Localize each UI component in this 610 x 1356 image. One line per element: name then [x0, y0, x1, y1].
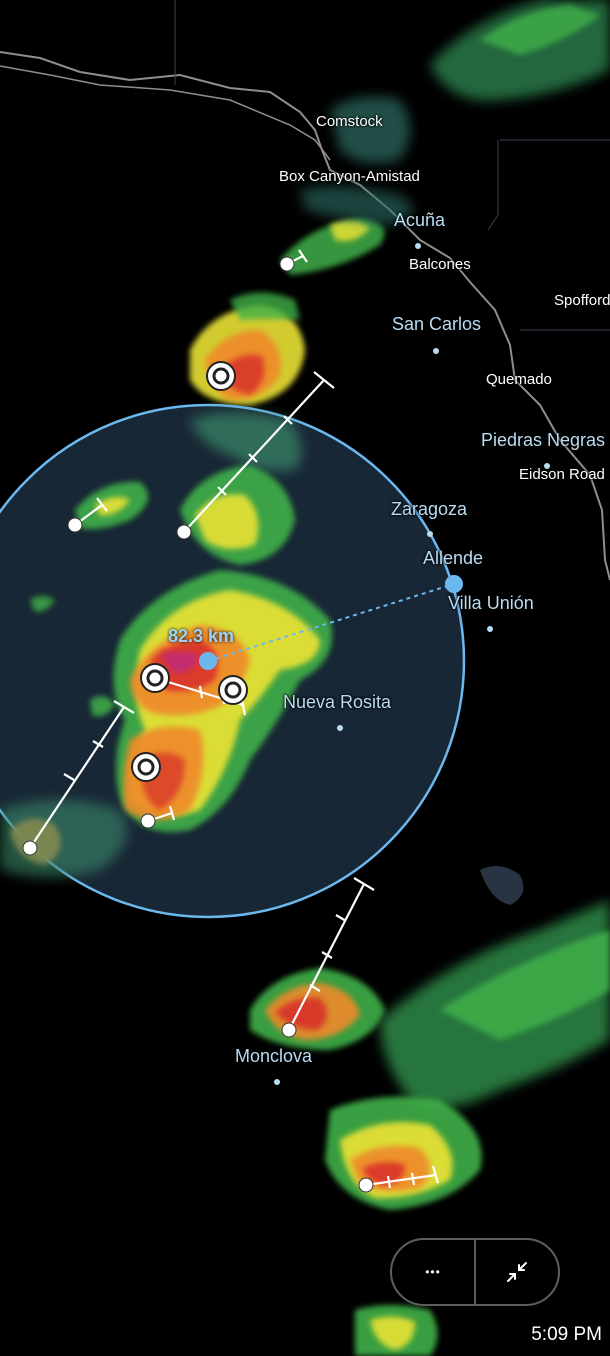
map-controls: ••• — [390, 1238, 560, 1306]
city-label: Zaragoza — [391, 499, 468, 519]
radar-map[interactable] — [0, 0, 610, 1356]
mesocyclone-icon — [206, 361, 236, 391]
city-dot — [427, 531, 433, 537]
more-dots-icon: ••• — [425, 1265, 441, 1279]
city-label: San Carlos — [392, 314, 482, 334]
radar-north — [190, 0, 610, 405]
city-dot — [274, 1079, 280, 1085]
city-label: Box Canyon-Amistad — [279, 168, 420, 185]
city-label: Monclova — [235, 1046, 313, 1066]
timestamp: 5:09 PM — [531, 1324, 602, 1345]
city-label: Villa Unión — [448, 593, 534, 613]
distance-center-handle[interactable] — [199, 652, 217, 670]
city-label: Piedras Negras — [481, 430, 606, 450]
distance-end-handle[interactable] — [445, 575, 463, 593]
collapse-button[interactable] — [474, 1240, 558, 1304]
city-label: Balcones — [409, 256, 471, 273]
city-dot — [487, 626, 493, 632]
city-label: Acuña — [394, 210, 446, 230]
city-label: Nueva Rosita — [283, 692, 392, 712]
mesocyclone-icon — [131, 752, 161, 782]
city-dot — [337, 725, 343, 731]
city-label: Eidson Road — [519, 466, 605, 483]
distance-label: 82.3 km — [168, 626, 235, 646]
city-label: Allende — [423, 548, 484, 568]
city-dot — [433, 348, 439, 354]
mesocyclone-icon — [218, 675, 248, 705]
more-options-button[interactable]: ••• — [392, 1240, 474, 1304]
city-label: Spofford — [554, 292, 610, 309]
city-dot — [415, 243, 421, 249]
collapse-arrows-icon — [507, 1262, 527, 1282]
city-label: Comstock — [316, 113, 383, 130]
mesocyclone-icon — [140, 663, 170, 693]
city-label: Quemado — [486, 371, 552, 388]
